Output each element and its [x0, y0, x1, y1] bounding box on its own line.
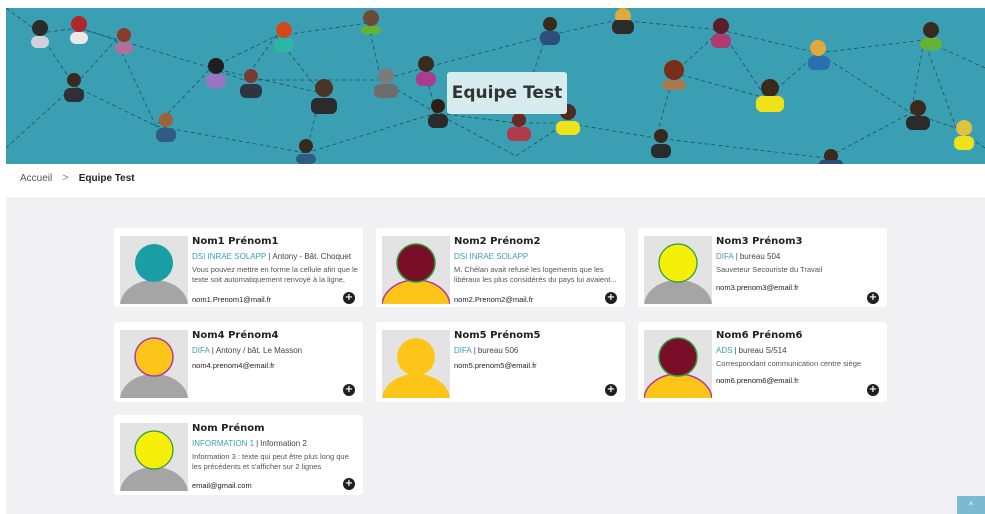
avatar — [382, 330, 450, 398]
person-location: Information 2 — [260, 439, 307, 448]
person-card[interactable]: Nom1 Prénom1 DSI INRAE SOLAPP | Antony - B… — [114, 228, 363, 307]
avatar — [644, 330, 712, 398]
person-location: Antony / bât. Le Masson — [215, 346, 303, 355]
expand-card-icon[interactable]: + — [343, 384, 355, 396]
person-affiliation: DSI INRAE SOLAPP | Antony - Bât. Choquet — [192, 252, 351, 261]
person-org-link[interactable]: DIFA — [192, 346, 210, 355]
person-org-link[interactable]: DSI INRAE SOLAPP — [192, 252, 266, 261]
person-email[interactable]: nom1.Prenom1@mail.fr — [192, 295, 271, 304]
person-silhouette-icon — [382, 338, 450, 398]
person-card[interactable]: Nom2 Prénom2 DSI INRAE SOLAPP M. Chélan … — [376, 228, 625, 307]
person-email[interactable]: nom5.prenom5@email.fr — [454, 361, 537, 370]
person-org-link[interactable]: INFORMATION 1 — [192, 439, 254, 448]
separator-pipe: | — [211, 346, 214, 355]
person-email[interactable]: nom6.prenom6@email.fr — [716, 376, 799, 385]
person-description: Vous pouvez mettre en forme la cellule a… — [192, 265, 358, 284]
person-name: Nom Prénom — [192, 423, 265, 434]
scroll-to-top-button[interactable]: ^ — [957, 496, 985, 514]
person-name: Nom1 Prénom1 — [192, 236, 279, 247]
person-card[interactable]: Nom Prénom INFORMATION 1 | Information 2 I… — [114, 415, 363, 495]
breadcrumb: Accueil > Equipe Test — [20, 172, 135, 184]
person-name: Nom3 Prénom3 — [716, 236, 803, 247]
avatar — [120, 423, 188, 491]
person-description: M. Chélan avait refusé les logements que… — [454, 265, 617, 284]
separator-pipe: | — [268, 252, 271, 261]
person-card[interactable]: Nom5 Prénom5 DIFA | bureau 506 nom5.prenom… — [376, 322, 625, 402]
avatar — [120, 236, 188, 304]
separator-pipe: | — [473, 346, 476, 355]
person-affiliation: DIFA | bureau 504 — [716, 252, 780, 261]
person-description: Correspondant communication centre siège — [716, 359, 862, 368]
team-banner: Equipe Test — [6, 8, 985, 164]
expand-card-icon[interactable]: + — [867, 292, 879, 304]
avatar — [120, 330, 188, 398]
page-title: Equipe Test — [447, 72, 567, 114]
person-org-link[interactable]: DIFA — [454, 346, 472, 355]
team-grid: Nom1 Prénom1 DSI INRAE SOLAPP | Antony - B… — [6, 197, 985, 514]
separator-pipe: | — [735, 252, 738, 261]
person-email[interactable]: nom4.prenom4@email.fr — [192, 361, 275, 370]
breadcrumb-home-link[interactable]: Accueil — [20, 173, 52, 184]
person-card[interactable]: Nom6 Prénom6 ADS | bureau S/514 Correspond… — [638, 322, 887, 402]
person-affiliation: DSI INRAE SOLAPP — [454, 252, 528, 261]
separator-pipe: | — [734, 346, 737, 355]
person-name: Nom4 Prénom4 — [192, 330, 279, 341]
person-card[interactable]: Nom3 Prénom3 DIFA | bureau 504 Sauveteur S… — [638, 228, 887, 307]
avatar — [644, 236, 712, 304]
person-email[interactable]: nom2.Prenom2@mail.fr — [454, 295, 533, 304]
expand-card-icon[interactable]: + — [605, 292, 617, 304]
person-silhouette-icon — [120, 244, 188, 304]
person-affiliation: ADS | bureau S/514 — [716, 346, 787, 355]
separator-pipe: | — [256, 439, 259, 448]
person-location: Antony - Bât. Choquet — [272, 252, 352, 261]
avatar — [382, 236, 450, 304]
person-org-link[interactable]: DIFA — [716, 252, 734, 261]
person-location: bureau 506 — [477, 346, 519, 355]
person-silhouette-icon — [120, 430, 188, 491]
person-org-link[interactable]: DSI INRAE SOLAPP — [454, 252, 528, 261]
expand-card-icon[interactable]: + — [605, 384, 617, 396]
person-description: Sauveteur Secouriste du Travail — [716, 265, 823, 274]
person-name: Nom6 Prénom6 — [716, 330, 803, 341]
expand-card-icon[interactable]: + — [343, 292, 355, 304]
person-affiliation: DIFA | bureau 506 — [454, 346, 518, 355]
person-affiliation: INFORMATION 1 | Information 2 — [192, 439, 307, 448]
chevron-up-icon: ^ — [968, 500, 974, 510]
person-silhouette-icon — [644, 337, 712, 398]
expand-card-icon[interactable]: + — [343, 478, 355, 490]
person-card[interactable]: Nom4 Prénom4 DIFA | Antony / bât. Le Masso… — [114, 322, 363, 402]
expand-card-icon[interactable]: + — [867, 384, 879, 396]
person-name: Nom2 Prénom2 — [454, 236, 541, 247]
person-location: bureau S/514 — [738, 346, 787, 355]
person-location: bureau 504 — [739, 252, 781, 261]
person-silhouette-icon — [382, 243, 450, 304]
chevron-right-icon: > — [62, 172, 69, 184]
person-description: Information 3 : texte qui peut être plus… — [192, 452, 349, 471]
person-org-link[interactable]: ADS — [716, 346, 732, 355]
person-email[interactable]: nom3.prenom3@email.fr — [716, 283, 799, 292]
person-silhouette-icon — [644, 243, 712, 304]
person-name: Nom5 Prénom5 — [454, 330, 541, 341]
person-affiliation: DIFA | Antony / bât. Le Masson — [192, 346, 302, 355]
person-silhouette-icon — [120, 337, 188, 398]
person-email[interactable]: email@gmail.com — [192, 481, 252, 490]
breadcrumb-current: Equipe Test — [78, 172, 135, 184]
